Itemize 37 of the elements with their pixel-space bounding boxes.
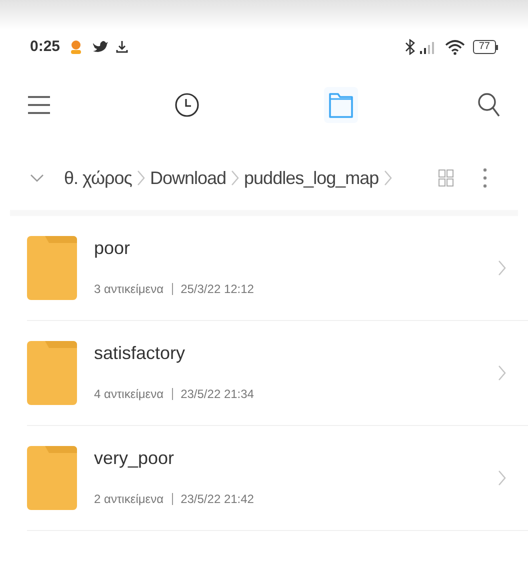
folder-row[interactable]: very_poor 2 αντικείμενα 23/5/22 21:42 [27, 426, 528, 531]
chevron-right-icon [384, 170, 392, 186]
item-count: 2 αντικείμενα [94, 491, 164, 508]
chevron-right-icon [231, 170, 240, 186]
breadcrumb-item[interactable]: puddles_log_map [244, 164, 379, 192]
menu-icon[interactable] [27, 95, 51, 115]
folder-icon [27, 446, 77, 510]
bluetooth-icon [404, 39, 415, 55]
bird-icon [92, 40, 108, 54]
folder-row[interactable]: satisfactory 4 αντικείμενα 23/5/22 21:34 [27, 321, 528, 426]
folder-row[interactable]: poor 3 αντικείμενα 25/3/22 12:12 [27, 216, 528, 321]
chevron-right-icon [498, 365, 506, 381]
grid-view-icon[interactable] [438, 169, 454, 187]
battery-icon: 77 [472, 40, 498, 54]
modified-date: 23/5/22 21:34 [180, 386, 254, 403]
modified-date: 25/3/22 12:12 [180, 281, 254, 298]
modified-date: 23/5/22 21:42 [180, 491, 254, 508]
files-tab[interactable] [324, 87, 358, 123]
breadcrumb-item[interactable]: Download [150, 164, 226, 192]
chevron-down-icon[interactable] [30, 174, 44, 182]
search-icon[interactable] [476, 92, 501, 118]
download-icon [116, 40, 128, 54]
item-count: 4 αντικείμενα [94, 386, 164, 403]
folder-icon [27, 341, 77, 405]
folder-icon [27, 236, 77, 300]
folder-name: poor [94, 238, 132, 258]
more-icon[interactable] [482, 167, 488, 189]
chevron-right-icon [498, 470, 506, 486]
signal-icon [418, 40, 437, 54]
folder-name: satisfactory [94, 343, 186, 363]
status-time: 0:25 [30, 36, 60, 57]
wifi-icon [444, 39, 465, 55]
folder-name: very_poor [94, 448, 176, 468]
chevron-right-icon [498, 260, 506, 276]
chevron-right-icon [136, 170, 145, 186]
item-count: 3 αντικείμενα [94, 281, 164, 298]
breadcrumb-item[interactable]: θ. χώρος [64, 164, 132, 192]
